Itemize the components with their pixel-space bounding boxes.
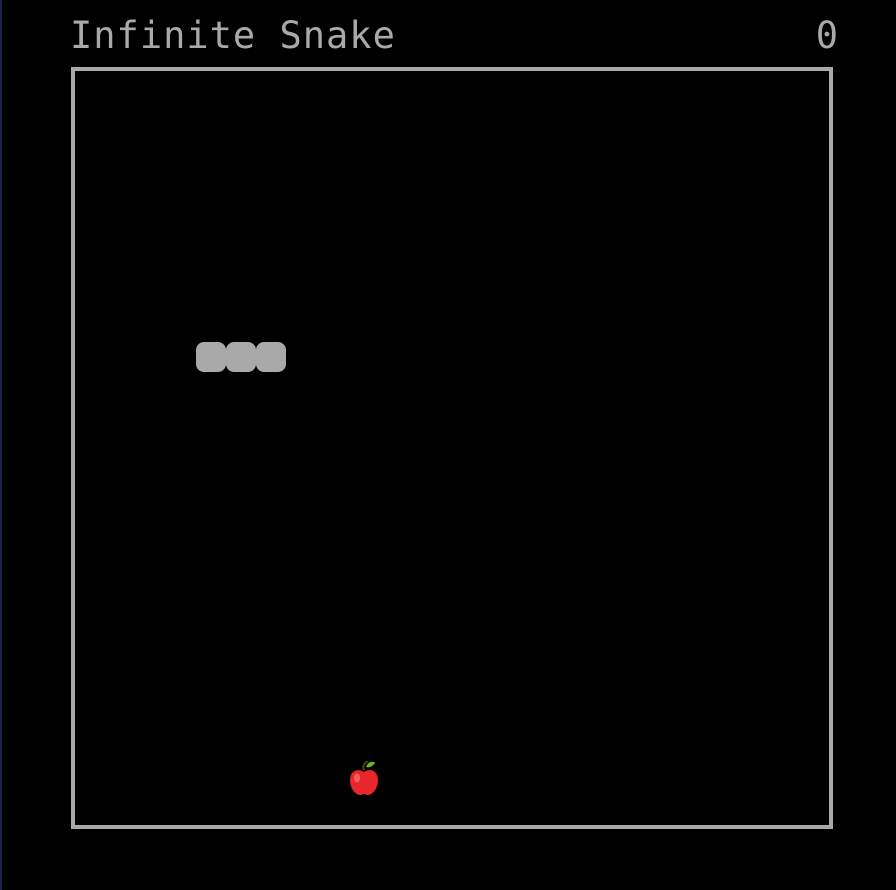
snake-segment-tail: [196, 342, 226, 372]
snake-segment-body: [226, 342, 256, 372]
window-edge: [0, 0, 2, 890]
game-title: Infinite Snake: [70, 14, 396, 57]
apple-icon: [350, 761, 378, 795]
score-counter: 0: [815, 14, 838, 57]
game-board[interactable]: [71, 67, 833, 829]
snake-segment-head: [256, 342, 286, 372]
